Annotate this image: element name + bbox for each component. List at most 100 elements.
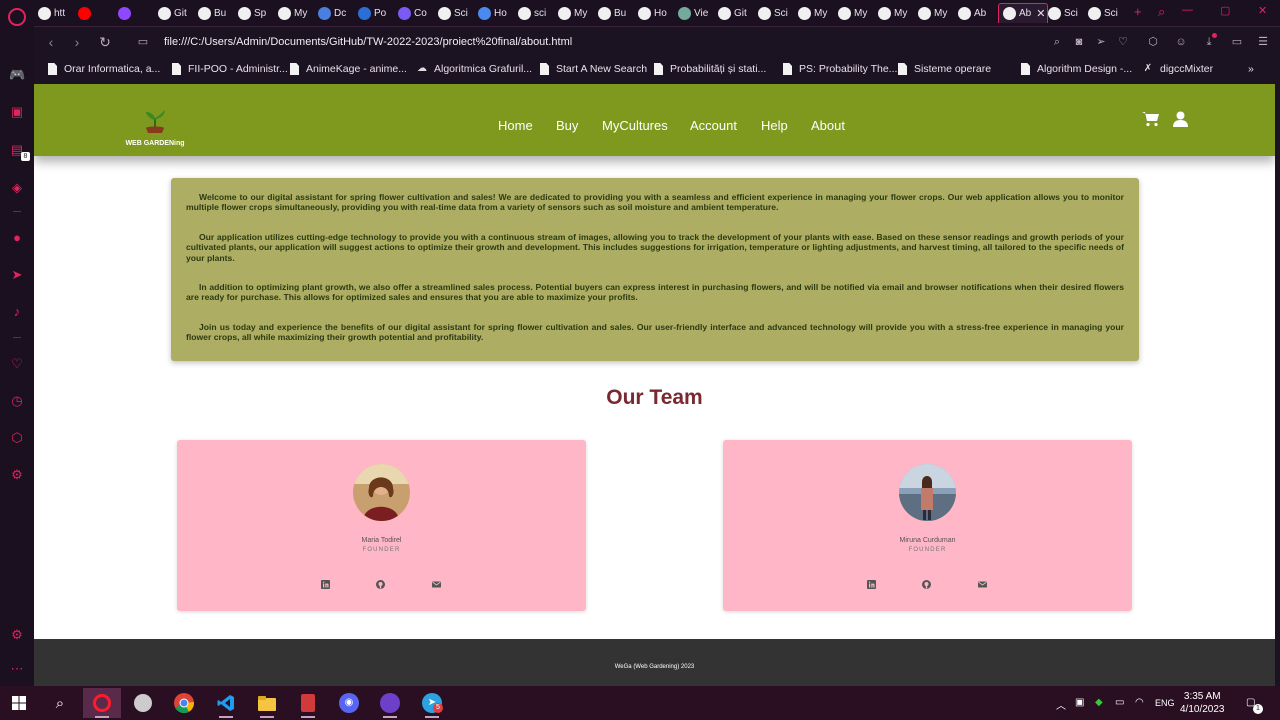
ai-icon[interactable]: ◈ — [9, 180, 25, 196]
telegram-icon[interactable]: ➤ 5 — [413, 688, 451, 718]
bookmark-item[interactable]: Sisteme operare — [898, 63, 991, 75]
browser-tab[interactable]: My — [918, 3, 958, 23]
browser-tab[interactable]: Dc — [318, 3, 358, 23]
settings-menu-icon[interactable]: ☰ — [1256, 35, 1270, 49]
browser-tab[interactable] — [118, 3, 158, 23]
github-icon[interactable] — [376, 580, 385, 589]
tray-app-icon[interactable]: ▣ — [1075, 697, 1084, 708]
file-explorer-icon[interactable] — [248, 688, 286, 718]
browser-tab[interactable]: Git — [718, 3, 758, 23]
browser-tab[interactable]: Ho — [638, 3, 678, 23]
browser-tab[interactable]: Ab — [958, 3, 998, 23]
browser-tab[interactable]: Sci — [758, 3, 798, 23]
url-field[interactable]: file:///C:/Users/Admin/Documents/GitHub/… — [164, 36, 572, 48]
cart-icon[interactable] — [1142, 111, 1160, 132]
browser-tab[interactable]: Sp — [238, 3, 278, 23]
bookmark-item[interactable]: FII-POO - Administr... — [172, 63, 288, 75]
easy-setup-icon[interactable]: ⚙ — [9, 627, 25, 643]
tray-chevron-icon[interactable]: ︿ — [1056, 697, 1066, 712]
bookmark-item[interactable]: Start A New Search — [540, 63, 647, 75]
bookmarks-overflow-icon[interactable]: » — [1248, 63, 1254, 75]
nav-account[interactable]: Account — [690, 118, 737, 133]
cube-icon[interactable]: ⬡ — [1146, 35, 1160, 49]
opera-icon[interactable] — [83, 688, 121, 718]
bookmark-item[interactable]: Algorithm Design -... — [1021, 63, 1132, 75]
app-icon[interactable] — [289, 688, 327, 718]
maximize-icon[interactable]: ▢ — [1220, 4, 1230, 17]
tray-shield-icon[interactable]: ◆ — [1095, 697, 1103, 708]
email-icon[interactable] — [432, 580, 441, 589]
search-icon[interactable]: ⌕ — [1050, 35, 1064, 49]
bookmark-item[interactable]: Orar Informatica, a... — [48, 63, 160, 75]
settings-icon[interactable]: ⚙ — [9, 467, 25, 483]
close-tab-icon[interactable]: ✕ — [1036, 7, 1045, 20]
clock[interactable]: 3:35 AM 4/10/2023 — [1180, 690, 1225, 716]
send-icon[interactable]: ➢ — [1094, 35, 1108, 49]
vscode-icon[interactable] — [207, 688, 245, 718]
chrome-icon[interactable] — [165, 688, 203, 718]
browser-tab[interactable]: Bu — [198, 3, 238, 23]
nav-mycultures[interactable]: MyCultures — [602, 118, 668, 133]
discord-icon[interactable]: ◉ — [330, 688, 368, 718]
browser-tab[interactable] — [78, 3, 118, 23]
browser-tab[interactable]: Bu — [598, 3, 638, 23]
nav-about[interactable]: About — [811, 118, 845, 133]
tiktok-icon[interactable]: ♪ — [9, 304, 25, 320]
new-tab-icon[interactable]: + — [1134, 4, 1142, 19]
search-icon[interactable]: ⌕ — [41, 688, 79, 718]
browser-tab[interactable]: My — [558, 3, 598, 23]
browser-tab[interactable]: My — [878, 3, 918, 23]
linkedin-icon[interactable] — [867, 580, 876, 589]
browser-tab[interactable]: My — [798, 3, 838, 23]
cube-icon[interactable]: ⬡ — [9, 430, 25, 446]
telegram-icon[interactable]: ➤ — [9, 267, 25, 283]
user-icon[interactable] — [1173, 111, 1188, 132]
linkedin-icon[interactable] — [321, 580, 330, 589]
browser-tab[interactable]: Ho — [478, 3, 518, 23]
heart-icon[interactable]: ♡ — [9, 356, 25, 372]
forward-icon[interactable]: › — [68, 33, 86, 51]
camera-icon[interactable]: ◙ — [1072, 35, 1086, 49]
app-icon[interactable] — [124, 688, 162, 718]
nav-home[interactable]: Home — [498, 118, 533, 133]
nav-buy[interactable]: Buy — [556, 118, 578, 133]
start-icon[interactable] — [0, 688, 38, 718]
email-icon[interactable] — [978, 580, 987, 589]
close-window-icon[interactable]: ✕ — [1258, 4, 1267, 17]
tab-search-icon[interactable]: ⌕ — [1158, 4, 1165, 20]
wifi-icon[interactable]: ◠ — [1135, 697, 1144, 708]
bag-icon[interactable]: ▣ — [9, 104, 25, 120]
battery-icon[interactable]: ▭ — [1115, 697, 1124, 708]
whatsapp-icon[interactable]: ● — [9, 230, 25, 246]
browser-tab[interactable]: My — [838, 3, 878, 23]
browser-tab[interactable]: Co — [398, 3, 438, 23]
github-desktop-icon[interactable] — [371, 688, 409, 718]
profile-icon[interactable]: ☺ — [1174, 35, 1188, 49]
more-icon[interactable]: ⋯ — [9, 661, 25, 677]
browser-tab[interactable]: Sci — [438, 3, 478, 23]
gamepad-icon[interactable]: 🎮 — [9, 67, 25, 83]
browser-tab[interactable]: Sci — [1048, 3, 1088, 23]
bookmark-item[interactable]: ✗ digccMixter — [1142, 63, 1213, 75]
nav-help[interactable]: Help — [761, 118, 788, 133]
scrollbar[interactable] — [1275, 84, 1280, 686]
back-icon[interactable]: ‹ — [42, 33, 60, 51]
browser-tab[interactable]: Git — [158, 3, 198, 23]
language-indicator[interactable]: ENG — [1155, 698, 1175, 708]
browser-tab[interactable]: My — [278, 3, 318, 23]
bookmark-item[interactable]: Probabilități și stati... — [654, 63, 766, 75]
battery-icon[interactable]: ▭ — [1230, 35, 1244, 49]
site-logo[interactable]: WEB GARDENing — [124, 106, 186, 147]
browser-tab[interactable]: Vie — [678, 3, 718, 23]
reload-icon[interactable]: ↻ — [96, 33, 114, 51]
bookmark-item[interactable]: PS: Probability The... — [783, 63, 897, 75]
bookmark-item[interactable]: AnimeKage - anime... — [290, 63, 407, 75]
github-icon[interactable] — [922, 580, 931, 589]
heart-icon[interactable]: ♡ — [1116, 35, 1130, 49]
browser-tab[interactable]: Ab ✕ — [998, 3, 1048, 23]
history-icon[interactable]: ◷ — [9, 393, 25, 409]
opera-logo-icon[interactable] — [8, 8, 26, 26]
browser-tab[interactable]: sci — [518, 3, 558, 23]
browser-tab[interactable]: Po — [358, 3, 398, 23]
bookmark-item[interactable]: ☁ Algoritmica Grafuril... — [416, 63, 532, 75]
